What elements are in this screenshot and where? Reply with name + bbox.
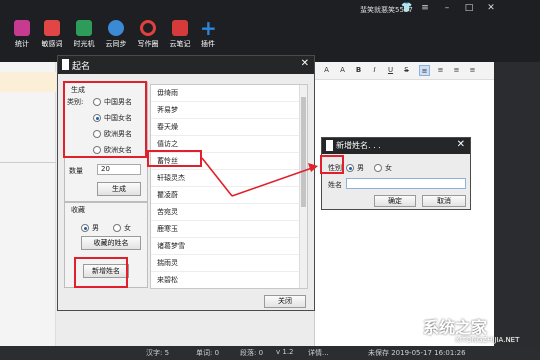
highlight-arrow: [201, 157, 318, 197]
watermark-text: 系统之家: [423, 318, 488, 337]
watermark-url: XITONGZHIJIA.NET: [455, 336, 520, 344]
watermark: 系统之家 XITONGZHIJIA.NET: [395, 312, 535, 352]
watermark-logo-icon: [399, 316, 421, 338]
